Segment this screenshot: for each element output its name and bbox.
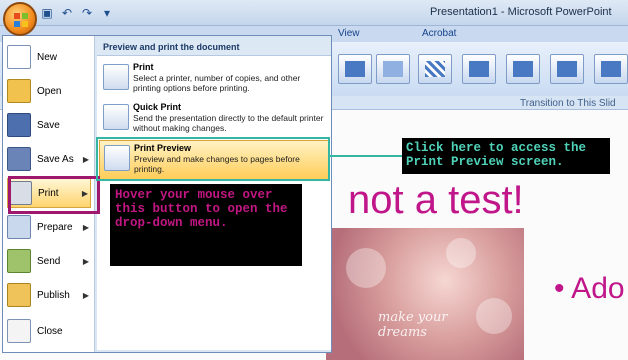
transition-button[interactable] (376, 54, 410, 84)
office-logo-icon (14, 13, 28, 27)
prepare-icon (7, 215, 31, 239)
tab-acrobat[interactable]: Acrobat (422, 28, 456, 39)
floppy-disk-icon (7, 113, 31, 137)
slide-photo[interactable]: make your dreams (326, 228, 524, 360)
tab-view[interactable]: View (338, 28, 360, 39)
submenu-print[interactable]: Print Select a printer, number of copies… (99, 60, 329, 100)
quick-access-toolbar: ▣ ↶ ↷ ▾ (40, 4, 114, 22)
print-preview-callout: Click here to access the Print Preview s… (402, 138, 610, 174)
folder-icon (7, 79, 31, 103)
submenu-arrow-icon: ▶ (82, 154, 89, 164)
menu-item-send[interactable]: Send ▶ (7, 246, 91, 276)
transition-button[interactable] (462, 54, 496, 84)
photo-text: make your dreams (378, 310, 448, 340)
submenu-quick-print[interactable]: Quick Print Send the presentation direct… (99, 100, 329, 140)
menu-item-save-as[interactable]: Save As ▶ (7, 144, 91, 174)
menu-item-new[interactable]: New (7, 42, 91, 72)
undo-icon[interactable]: ↶ (60, 6, 74, 20)
submenu-arrow-icon: ▶ (82, 256, 89, 266)
menu-item-save[interactable]: Save (7, 110, 91, 140)
transition-button[interactable] (418, 54, 452, 84)
submenu-arrow-icon: ▶ (82, 290, 89, 300)
printer-icon (103, 64, 129, 90)
window-title: Presentation1 - Microsoft PowerPoint (430, 6, 612, 18)
send-icon (7, 249, 31, 273)
transition-button[interactable] (594, 54, 628, 84)
publish-icon (7, 283, 31, 307)
slide-bullet[interactable]: • Ado (554, 272, 625, 306)
print-highlight-box (8, 176, 100, 214)
menu-item-close[interactable]: Close (7, 316, 91, 346)
slide-title[interactable]: not a test! (348, 178, 524, 223)
callout-connector (330, 155, 402, 157)
menu-item-publish[interactable]: Publish ▶ (7, 280, 91, 310)
close-document-icon (7, 319, 31, 343)
save-icon[interactable]: ▣ (40, 6, 54, 20)
menu-item-open[interactable]: Open (7, 76, 91, 106)
print-callout: Hover your mouse over this button to ope… (110, 184, 302, 266)
save-as-icon (7, 147, 31, 171)
print-preview-highlight-box (96, 137, 330, 181)
quick-print-icon (103, 104, 129, 130)
transition-button[interactable] (506, 54, 540, 84)
menu-item-prepare[interactable]: Prepare ▶ (7, 212, 91, 242)
office-button[interactable] (3, 2, 37, 36)
transition-button[interactable] (550, 54, 584, 84)
submenu-header: Preview and print the document (97, 38, 331, 56)
group-label: Transition to This Slid (520, 98, 616, 109)
submenu-arrow-icon: ▶ (82, 222, 89, 232)
title-bar: ▣ ↶ ↷ ▾ Presentation1 - Microsoft PowerP… (0, 0, 628, 26)
transition-button[interactable] (338, 54, 372, 84)
new-document-icon (7, 45, 31, 69)
customize-toolbar-icon[interactable]: ▾ (100, 6, 114, 20)
redo-icon[interactable]: ↷ (80, 6, 94, 20)
